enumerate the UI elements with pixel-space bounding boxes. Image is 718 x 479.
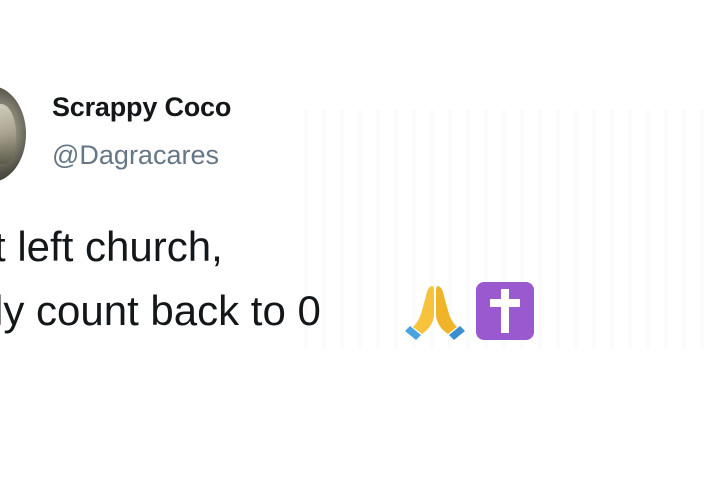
author-handle[interactable]: @Dagracares [52, 140, 219, 171]
folded-hands-icon [405, 286, 465, 340]
author-name[interactable]: Scrappy Coco [52, 92, 231, 123]
tweet-text-line-2: ly count back to 0 [0, 287, 321, 334]
tweet-card: Scrappy Coco @Dagracares t left church, … [0, 0, 718, 479]
avatar[interactable] [0, 86, 26, 182]
latin-cross-icon [476, 282, 534, 340]
tweet-text-line-1: t left church, [0, 223, 223, 270]
avatar-photo [0, 104, 16, 164]
